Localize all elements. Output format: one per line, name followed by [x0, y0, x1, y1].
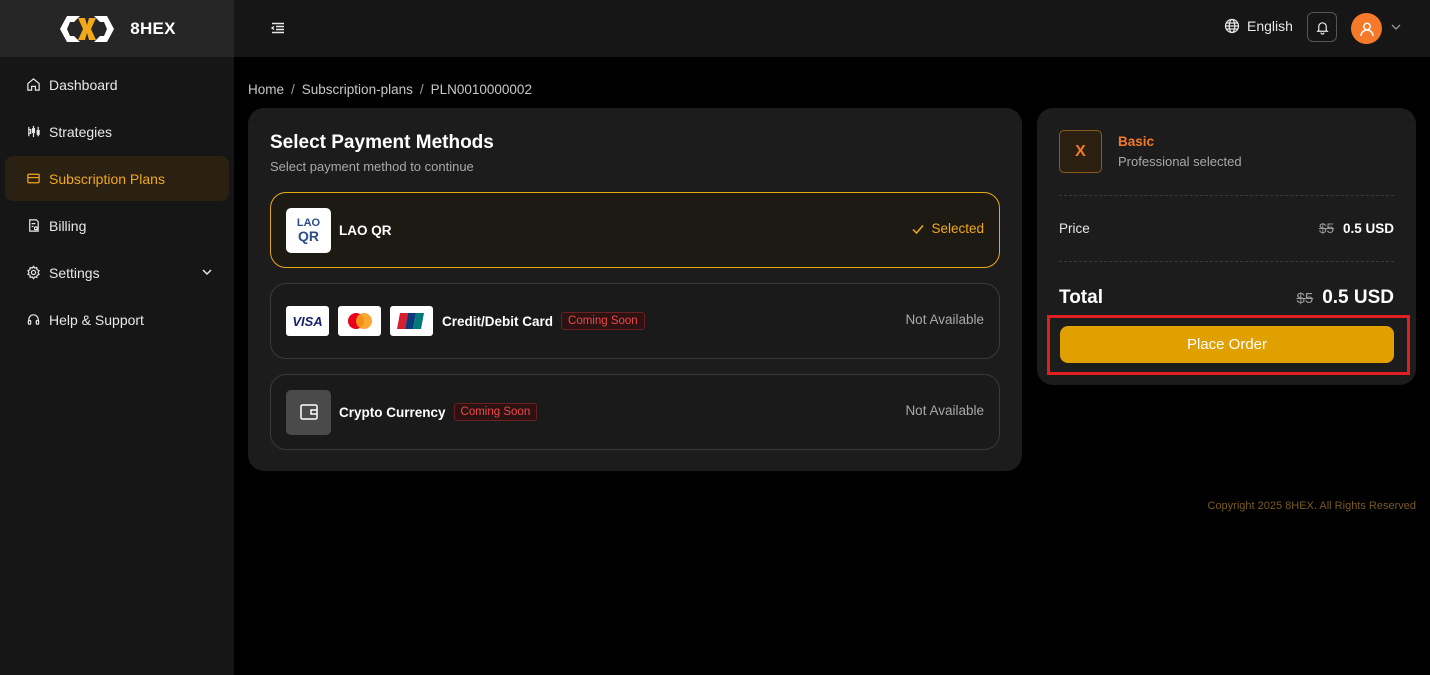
menu-collapse-icon[interactable]	[270, 20, 286, 36]
total-label: Total	[1059, 287, 1103, 308]
total-value: $5 0.5 USD	[1297, 287, 1395, 309]
breadcrumb-separator: /	[419, 82, 424, 97]
payment-method-status: Not Available	[905, 312, 984, 327]
payment-method-name: Crypto Currency	[339, 404, 446, 420]
sidebar-item-label: Billing	[49, 217, 87, 234]
breadcrumb-section[interactable]: Subscription-plans	[302, 82, 413, 97]
brand-logo[interactable]: 8HEX	[0, 0, 234, 57]
sidebar-item-dashboard[interactable]: Dashboard	[5, 62, 229, 107]
billing-icon	[25, 218, 41, 234]
sidebar-nav: Dashboard Strategies Subscription Plans …	[0, 57, 234, 342]
plan-description: Professional selected	[1118, 154, 1242, 169]
chevron-down-icon[interactable]	[199, 264, 215, 280]
check-icon	[912, 224, 925, 234]
breadcrumb-separator: /	[291, 82, 295, 97]
breadcrumb: Home / Subscription-plans / PLN001000000…	[248, 82, 532, 97]
home-icon	[25, 77, 41, 93]
chevron-down-icon[interactable]	[1389, 20, 1403, 34]
payment-method-status: Not Available	[905, 403, 984, 418]
notifications-button[interactable]	[1307, 12, 1337, 42]
sidebar-item-label: Settings	[49, 264, 100, 281]
sidebar-item-settings[interactable]: Settings	[5, 250, 229, 295]
price-old: $5	[1318, 221, 1334, 236]
coming-soon-badge: Coming Soon	[561, 312, 645, 330]
breadcrumb-home[interactable]: Home	[248, 82, 284, 97]
price-value: $5 0.5 USD	[1319, 221, 1394, 236]
sidebar-item-label: Subscription Plans	[49, 170, 165, 187]
plan-name: Basic	[1118, 134, 1155, 149]
bell-icon	[1315, 21, 1329, 35]
payment-method-status: Selected	[911, 221, 984, 236]
payment-methods-card: Select Payment Methods Select payment me…	[248, 108, 1022, 471]
sidebar-item-label: Strategies	[49, 123, 113, 140]
payment-method-lao-qr[interactable]: LAO QR LAO QR Selected	[270, 192, 1000, 268]
payment-method-name: LAO QR	[339, 222, 392, 238]
price-new: 0.5 USD	[1342, 221, 1394, 236]
divider	[1059, 261, 1394, 262]
total-new: 0.5 USD	[1322, 287, 1394, 308]
payment-method-card[interactable]: VISA Credit/Debit Card Coming Soon Not A…	[270, 283, 1000, 359]
price-label: Price	[1059, 221, 1090, 236]
sidebar-item-strategies[interactable]: Strategies	[5, 109, 229, 154]
visa-logo-icon: VISA	[286, 306, 329, 336]
wallet-icon	[286, 389, 331, 435]
sidebar-item-subscription-plans[interactable]: Subscription Plans	[5, 156, 229, 201]
top-header: English	[234, 0, 1430, 57]
unionpay-logo-icon	[390, 306, 433, 336]
mastercard-logo-icon	[338, 306, 381, 336]
gear-icon	[25, 265, 41, 281]
headset-icon	[25, 312, 41, 328]
sidebar-item-help-support[interactable]: Help & Support	[5, 297, 229, 342]
payment-method-crypto[interactable]: Crypto Currency Coming Soon Not Availabl…	[270, 374, 1000, 450]
page-title: Select Payment Methods	[270, 132, 494, 153]
user-icon	[1359, 22, 1374, 36]
coming-soon-badge: Coming Soon	[453, 403, 538, 421]
place-order-button[interactable]: Place Order	[1060, 326, 1394, 363]
plan-icon: X	[1059, 130, 1102, 173]
hex-logo-icon	[60, 15, 115, 42]
breadcrumb-current: PLN0010000002	[430, 82, 532, 97]
sidebar: 8HEX Dashboard Strategies Subscription P…	[0, 0, 234, 675]
lao-qr-logo-icon: LAO QR	[286, 207, 331, 253]
language-selector[interactable]: English	[1224, 18, 1293, 34]
brand-name: 8HEX	[130, 18, 176, 38]
sidebar-item-label: Dashboard	[49, 76, 118, 93]
strategies-icon	[25, 124, 41, 140]
copyright-text: Copyright 2025 8HEX. All Rights Reserved	[1207, 500, 1417, 512]
sidebar-item-billing[interactable]: Billing	[5, 203, 229, 248]
card-icon	[25, 171, 41, 187]
sidebar-item-label: Help & Support	[49, 311, 144, 328]
page-subtitle: Select payment method to continue	[270, 159, 474, 174]
payment-method-name: Credit/Debit Card	[442, 313, 554, 329]
globe-icon	[1224, 18, 1240, 34]
avatar[interactable]	[1351, 13, 1382, 44]
divider	[1059, 195, 1394, 196]
total-old: $5	[1296, 290, 1314, 307]
language-label: English	[1247, 18, 1293, 34]
